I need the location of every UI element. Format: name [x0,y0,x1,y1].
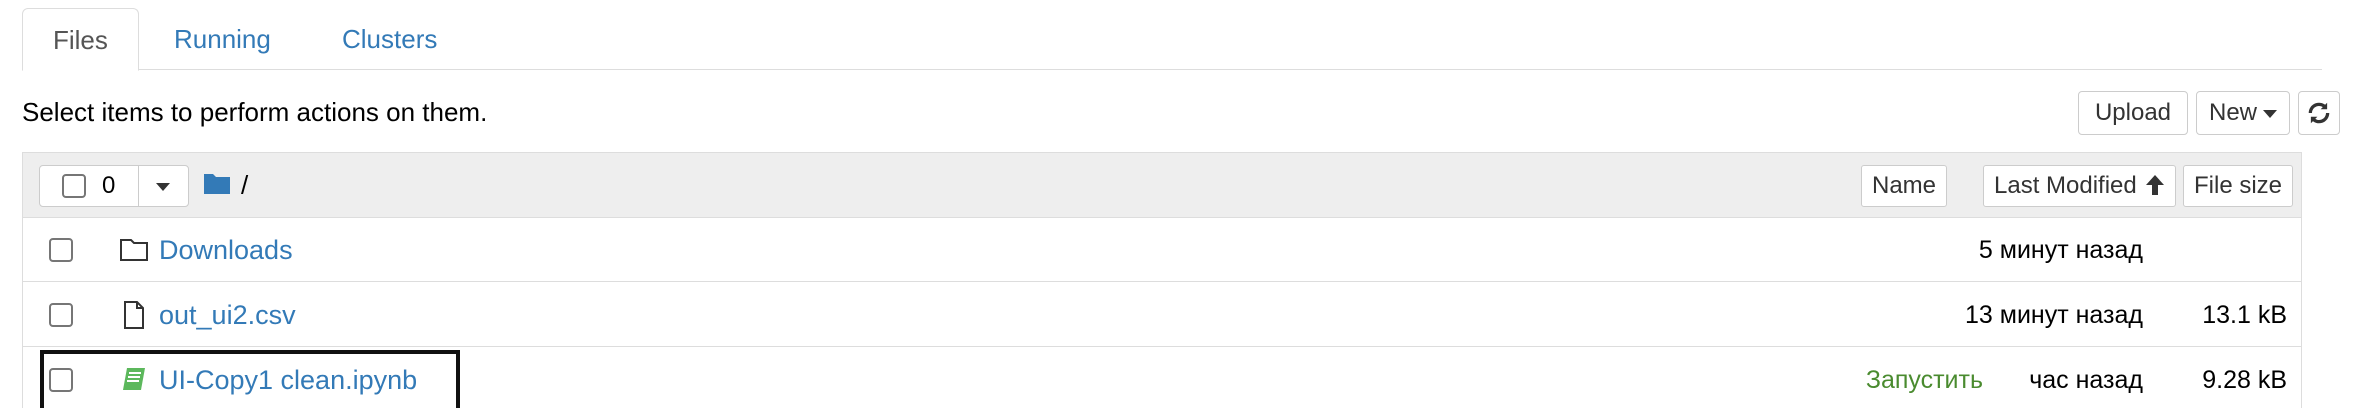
folder-icon[interactable] [203,171,231,195]
upload-button[interactable]: Upload [2078,91,2188,135]
file-name-link[interactable]: out_ui2.csv [159,295,296,335]
file-name-link[interactable]: UI-Copy1 clean.ipynb [159,360,417,400]
select-all-checkbox[interactable] [62,174,86,198]
file-name-link[interactable]: Downloads [159,230,293,270]
last-modified: 13 минут назад [1965,301,2143,329]
sort-by-name-button[interactable]: Name [1861,165,1948,207]
file-icon [124,301,144,329]
sort-modified-label: Last Modified [1994,172,2137,199]
notebook-icon [123,368,145,390]
last-modified: час назад [2029,366,2143,394]
file-list-header: 0 / Name Last Modified File size [23,153,2301,218]
file-list: 0 / Name Last Modified File size Downloa… [22,152,2302,408]
new-button[interactable]: New [2196,91,2290,135]
file-size: 9.28 kB [2202,366,2287,394]
tab-files[interactable]: Files [22,8,139,71]
tab-running[interactable]: Running [144,8,301,70]
breadcrumb-root[interactable]: / [241,165,248,205]
tab-bar: Files Running Clusters [22,8,2322,71]
list-item[interactable]: out_ui2.csv 13 минут назад 13.1 kB [23,283,2301,347]
file-size: 13.1 kB [2202,301,2287,329]
divider [138,166,139,206]
sort-by-size-button[interactable]: File size [2183,165,2294,207]
tab-clusters[interactable]: Clusters [312,8,467,70]
new-button-label: New [2209,99,2258,126]
chevron-down-icon[interactable] [156,183,170,191]
jupyter-file-browser: Files Running Clusters Select items to p… [0,0,2376,408]
chevron-down-icon [2263,109,2278,118]
list-item[interactable]: Downloads 5 минут назад [23,218,2301,282]
sort-by-modified-button[interactable]: Last Modified [1983,165,2177,207]
refresh-icon [2308,102,2330,124]
refresh-button[interactable] [2298,91,2340,135]
row-checkbox[interactable] [49,303,73,327]
row-checkbox[interactable] [49,368,73,392]
selected-count: 0 [102,172,116,199]
last-modified: 5 минут назад [1978,236,2143,264]
arrow-up-icon [2146,175,2165,195]
list-item[interactable]: UI-Copy1 clean.ipynb Запустить час назад… [23,348,2301,408]
selection-hint: Select items to perform actions on them. [22,97,488,127]
folder-icon [120,239,148,261]
select-all-control[interactable]: 0 [39,165,189,207]
row-checkbox[interactable] [49,238,73,262]
running-indicator[interactable]: Запустить [1866,360,1983,400]
